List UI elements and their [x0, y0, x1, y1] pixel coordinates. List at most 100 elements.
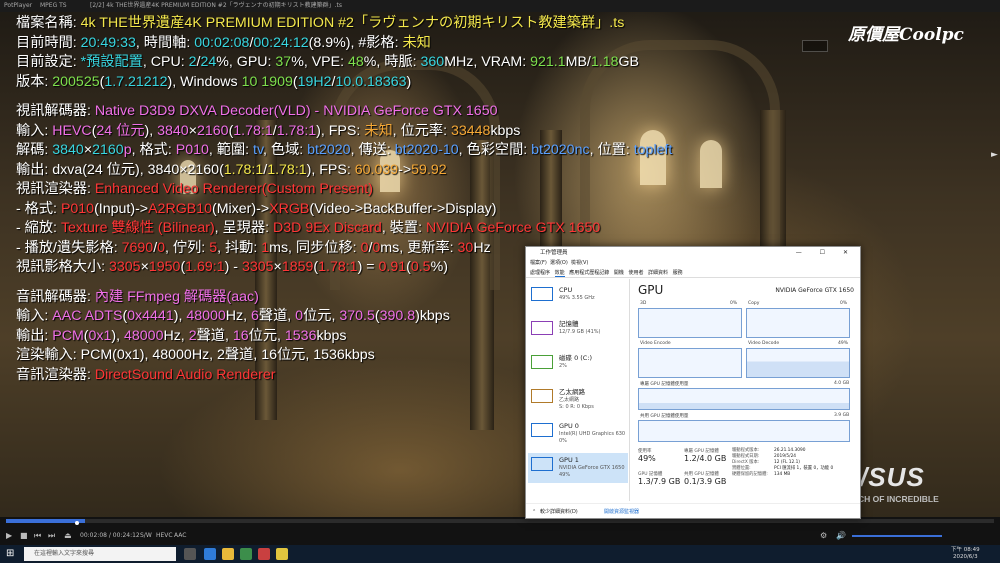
next-icon[interactable]: ⏭ [48, 528, 55, 543]
stop-icon[interactable]: ■ [20, 528, 28, 543]
taskbar-search[interactable]: 在這裡輸入文字來搜尋 [24, 547, 176, 561]
resource-cpu[interactable]: CPU 49% 3.55 GHz [528, 283, 628, 313]
detail-labels: 驅動程式版本: 驅動程式日期: DirectX 版本: 實體位置: 硬體保留的記… [732, 448, 768, 478]
osd-segment: 1.78:1 [223, 161, 264, 178]
osd-segment: 6 [251, 308, 259, 324]
stat-value: 0.1/3.9 GB [684, 477, 727, 486]
volume-slider[interactable] [852, 535, 942, 537]
osd-segment: P010 [60, 200, 95, 217]
resource-monitor-link[interactable]: 開啟資源監視器 [604, 504, 639, 518]
tab-services[interactable]: 服務 [673, 270, 683, 276]
side-arrow-icon[interactable]: ► [991, 150, 998, 160]
osd-segment: , 佇列: [165, 239, 210, 256]
ethernet-thumb [531, 389, 553, 403]
tab-details[interactable]: 詳細資料 [648, 270, 668, 276]
potplayer-icon[interactable] [276, 548, 288, 560]
osd-line: 視訊渲染器: Enhanced Video Renderer(Custom Pr… [16, 180, 856, 200]
menu-view[interactable]: 檢視(V) [571, 260, 588, 266]
osd-segment: 360 [420, 54, 445, 70]
prev-icon[interactable]: ⏮ [34, 528, 41, 543]
osd-segment: 音訊解碼器: [16, 288, 95, 305]
osd-segment: kbps [316, 327, 347, 344]
resource-memory[interactable]: 記憶體 12/7.9 GB (41%) [528, 317, 628, 347]
osd-segment: × [140, 259, 149, 275]
seek-handle[interactable] [75, 521, 79, 525]
osd-segment: PCM [52, 327, 84, 344]
osd-segment: %, 時脈: [363, 54, 421, 70]
osd-line: - 格式: P010(Input)->A2RGB10(Mixer)->XRGB(… [16, 200, 856, 220]
osd-segment: 1.18 [590, 54, 619, 70]
tab-processes[interactable]: 處理程序 [530, 270, 550, 276]
resource-ethernet[interactable]: 乙太網路 乙太網路 S: 0 R: 0 Kbps [528, 385, 628, 415]
resource-value: 49% [559, 472, 571, 478]
osd-line: - 縮放: Texture 雙線性 (Bilinear), 呈現器: D3D 9… [16, 219, 856, 239]
resource-name: 記憶體 [559, 320, 579, 328]
graph-3d [638, 308, 742, 338]
osd-segment: 00:02:08 [194, 34, 250, 51]
osd-segment: 0.5 [410, 259, 431, 275]
osd-segment: XRGB [269, 200, 310, 217]
osd-segment: )kbps [415, 308, 450, 324]
tab-startup[interactable]: 開機 [614, 270, 624, 276]
osd-segment: bt2020-10 [394, 142, 459, 158]
osd-segment: , #影格: [350, 34, 403, 51]
osd-segment: 0.91 [378, 259, 407, 275]
osd-segment: 0 [157, 239, 166, 256]
osd-segment: kbps [490, 122, 521, 139]
osd-segment: , 位元率: [392, 122, 451, 139]
app-icon[interactable] [258, 548, 270, 560]
osd-segment: 4k THE世界遺産4K PREMIUM EDITION #2「ラヴェンナの初期… [80, 15, 625, 31]
disk-thumb [531, 355, 553, 369]
osd-segment: topleft [633, 142, 673, 158]
app-name: PotPlayer [4, 2, 33, 9]
eject-icon[interactable]: ⏏ [64, 528, 72, 543]
window-controls[interactable]: — ☐ ✕ [796, 247, 856, 259]
volume-icon[interactable]: 🔊 [836, 528, 846, 543]
osd-segment: - 播放/遺失影格: [16, 239, 122, 256]
fewer-details-link[interactable]: 較少詳細資料(D) [540, 504, 578, 518]
taskbar-clock[interactable]: 下午 08:49 2020/6/3 [951, 547, 980, 561]
gear-icon[interactable]: ⚙ [820, 528, 827, 543]
fewer-details-icon[interactable]: ⌃ [532, 504, 536, 518]
graph-max: 4.0 GB [834, 381, 850, 386]
osd-line: 視訊解碼器: Native D3D9 DXVA Decoder(VLD) - N… [16, 102, 856, 122]
osd-segment: 2 [188, 327, 197, 344]
tab-performance[interactable]: 效能 [554, 270, 565, 277]
menu-options[interactable]: 選項(O) [550, 260, 568, 266]
task-manager-window[interactable]: 工作管理員 — ☐ ✕ 檔案(F) 選項(O) 檢視(V) 處理程序 效能 應用… [525, 246, 861, 519]
graph-dedicated-memory [638, 388, 850, 410]
osd-segment: 48000 [186, 308, 226, 324]
menu-file[interactable]: 檔案(F) [530, 260, 547, 266]
osd-segment: ), [173, 308, 187, 324]
osd-segment: 輸入: [16, 122, 53, 139]
windows-start-icon[interactable]: ⊞ [6, 548, 14, 559]
menu-bar: 檔案(F) 選項(O) 檢視(V) [526, 259, 860, 268]
tab-users[interactable]: 使用者 [628, 270, 643, 276]
edge-icon[interactable] [204, 548, 216, 560]
resource-gpu0[interactable]: GPU 0 Intel(R) UHD Graphics 630 0% [528, 419, 628, 449]
osd-segment: 1.7.21212 [104, 73, 168, 90]
graph-pct: 49% [838, 341, 849, 346]
resource-list: CPU 49% 3.55 GHz 記憶體 12/7.9 GB (41%) 磁碟 0 … [526, 279, 630, 501]
osd-segment: 3840 [52, 142, 84, 158]
folder-icon[interactable] [222, 548, 234, 560]
graph-shared-memory [638, 420, 850, 442]
resource-name: GPU 0 [559, 422, 579, 430]
osd-segment: 20:49:33 [80, 34, 136, 51]
app-icon[interactable] [240, 548, 252, 560]
task-view-icon[interactable] [184, 548, 196, 560]
seek-bar[interactable] [6, 519, 994, 523]
osd-segment: 1.78:1 [267, 161, 307, 178]
resource-disk[interactable]: 磁碟 0 (C:) 2% [528, 351, 628, 381]
osd-segment: 200525 [52, 73, 100, 90]
resource-gpu1[interactable]: GPU 1 NVIDIA GeForce GTX 1650 49% [528, 453, 628, 483]
osd-segment: 48000 [124, 327, 164, 344]
tab-app-history[interactable]: 應用程式歷程記錄 [569, 270, 609, 276]
play-icon[interactable]: ▶ [6, 528, 12, 543]
osd-segment: 33448 [450, 122, 491, 139]
resource-name: 乙太網路 [559, 388, 585, 396]
osd-segment: 16 [232, 327, 249, 344]
player-title-bar[interactable]: PotPlayer MPEG TS [2/2] 4k THE世界遺産4K PRE… [0, 0, 1000, 12]
osd-segment: , 格式: [131, 142, 176, 158]
osd-segment: 00:24:12 [253, 34, 309, 51]
